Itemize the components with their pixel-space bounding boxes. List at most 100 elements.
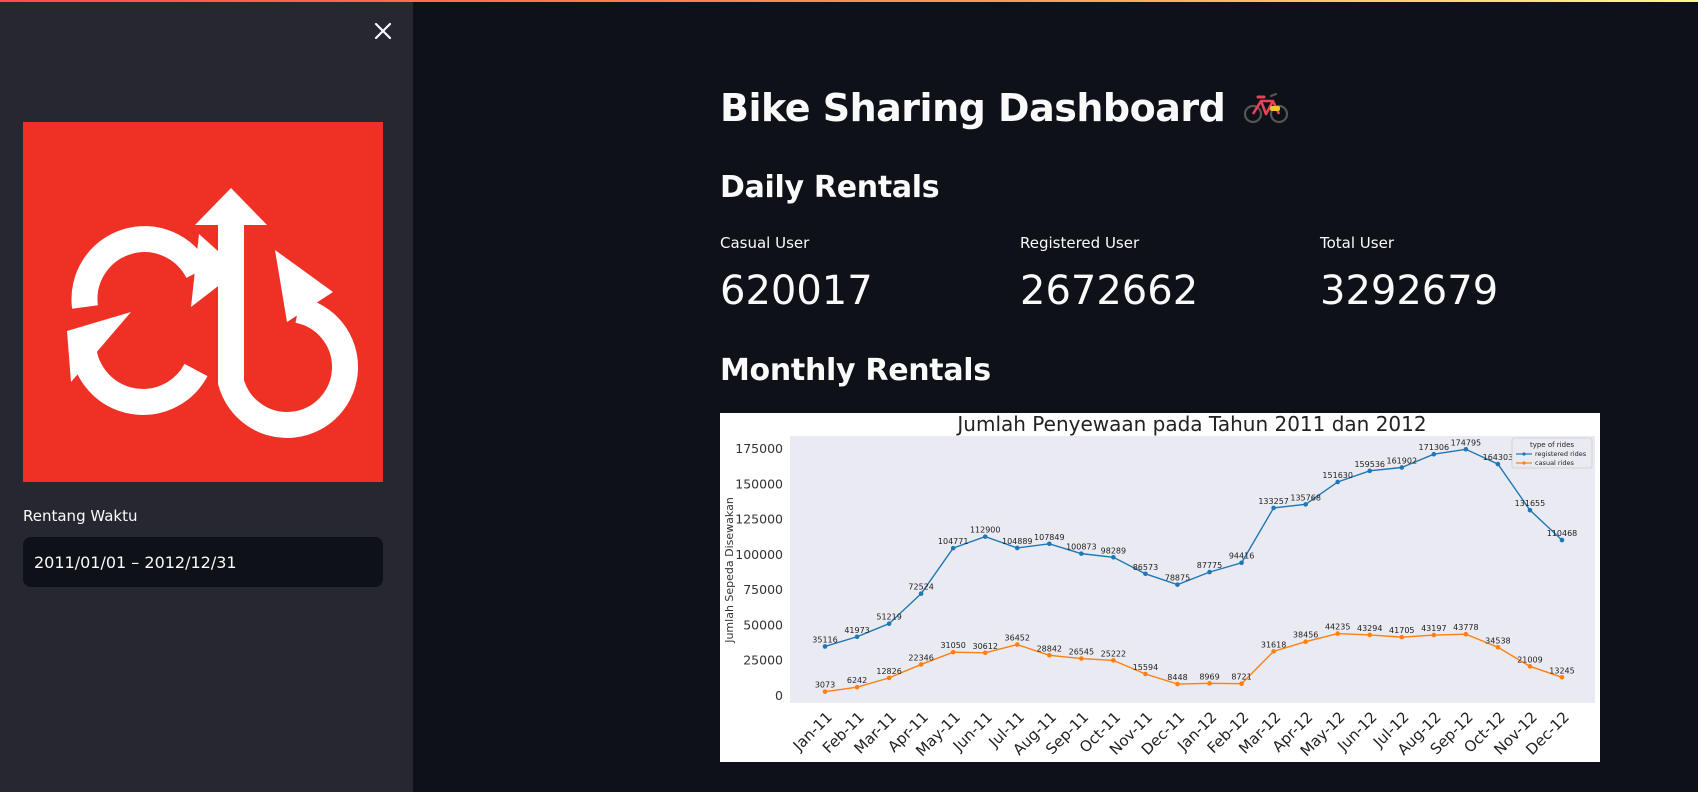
bike-share-logo [23, 122, 383, 482]
y-tick-label: 175000 [735, 441, 783, 456]
data-point [1367, 632, 1373, 638]
data-point [1527, 507, 1533, 513]
metric-label: Casual User [720, 234, 810, 252]
metric-label: Total User [1320, 234, 1394, 252]
legend-title: type of rides [1530, 441, 1574, 449]
y-tick-label: 75000 [743, 582, 783, 597]
data-point [1463, 446, 1469, 452]
data-point [1559, 675, 1565, 680]
casual-user-metric: Casual User 620017 [720, 234, 1000, 314]
data-label: 34538 [1485, 636, 1510, 645]
data-label: 174795 [1451, 438, 1482, 447]
y-tick-label: 25000 [743, 653, 783, 668]
data-label: 15594 [1133, 663, 1158, 672]
data-point [1335, 631, 1340, 636]
close-icon [374, 22, 392, 40]
data-label: 164303 [1483, 453, 1514, 462]
data-point [1143, 671, 1148, 677]
data-point [1143, 571, 1148, 577]
data-point [1399, 465, 1405, 470]
data-label: 98289 [1101, 546, 1126, 555]
y-tick-label: 50000 [743, 617, 783, 632]
main-content: Bike Sharing Dashboard Daily Rentals Cas… [413, 0, 1698, 792]
data-point [1207, 569, 1212, 575]
daily-rentals-heading: Daily Rentals [720, 170, 940, 205]
y-tick-label: 100000 [735, 547, 783, 562]
data-point [918, 591, 924, 596]
data-point [1559, 537, 1565, 543]
date-range-input[interactable]: 2011/01/01 – 2012/12/31 [23, 537, 383, 587]
data-point [1239, 681, 1244, 686]
data-point [886, 675, 892, 681]
data-label: 107849 [1034, 533, 1065, 542]
data-label: 8448 [1167, 673, 1187, 682]
data-label: 104889 [1002, 537, 1033, 546]
data-point [1335, 479, 1340, 485]
data-point [1303, 639, 1308, 645]
data-point [1399, 634, 1405, 640]
data-point [1111, 554, 1116, 560]
data-label: 13245 [1549, 666, 1574, 675]
data-label: 44235 [1325, 623, 1350, 632]
data-label: 131655 [1515, 499, 1546, 508]
line-chart-svg: Jumlah Penyewaan pada Tahun 2011 dan 201… [723, 413, 1595, 760]
data-label: 12826 [876, 667, 901, 676]
data-label: 51219 [876, 613, 901, 622]
y-tick-label: 125000 [735, 512, 783, 527]
data-label: 43778 [1453, 623, 1478, 632]
data-point [1527, 664, 1533, 669]
chart-title: Jumlah Penyewaan pada Tahun 2011 dan 201… [955, 413, 1426, 436]
data-point [1014, 642, 1020, 647]
data-label: 100873 [1066, 543, 1097, 552]
close-sidebar-button[interactable] [370, 18, 396, 44]
data-point [886, 621, 892, 627]
data-label: 35116 [812, 635, 837, 644]
data-label: 26545 [1069, 648, 1094, 657]
monthly-rentals-chart: Jumlah Penyewaan pada Tahun 2011 dan 201… [720, 413, 1600, 762]
top-decoration-bar [0, 0, 1698, 2]
data-label: 3073 [815, 681, 835, 690]
y-tick-label: 0 [775, 688, 783, 703]
metric-label: Registered User [1020, 234, 1140, 252]
data-label: 25222 [1101, 649, 1126, 658]
data-point [822, 644, 828, 649]
legend-item-label: registered rides [1535, 450, 1587, 458]
data-point [1367, 468, 1373, 474]
date-range-value: 2011/01/01 – 2012/12/31 [34, 552, 237, 572]
data-point [1495, 461, 1501, 467]
sidebar: Rentang Waktu 2011/01/01 – 2012/12/31 [0, 0, 413, 792]
data-label: 104771 [938, 537, 969, 546]
page-title: Bike Sharing Dashboard [720, 86, 1289, 130]
data-point [854, 684, 860, 690]
y-axis-label: Jumlah Sepeda Disewakan [723, 497, 736, 644]
monthly-rentals-heading: Monthly Rentals [720, 353, 991, 388]
data-label: 87775 [1197, 561, 1222, 570]
page-title-text: Bike Sharing Dashboard [720, 86, 1226, 130]
data-label: 86573 [1133, 563, 1158, 572]
data-point [982, 650, 988, 656]
data-label: 22346 [908, 653, 933, 662]
data-label: 8969 [1199, 672, 1219, 681]
data-label: 21009 [1517, 655, 1542, 664]
data-point [982, 534, 988, 539]
data-point [950, 545, 956, 551]
data-point [918, 662, 924, 667]
data-label: 78875 [1165, 574, 1190, 583]
plot-area [790, 436, 1595, 703]
metric-value: 3292679 [1320, 268, 1499, 314]
data-point [1431, 451, 1437, 457]
data-label: 6242 [847, 676, 867, 685]
data-label: 112900 [970, 526, 1001, 535]
data-label: 151630 [1322, 471, 1353, 480]
data-label: 8721 [1231, 673, 1251, 682]
data-point [1047, 541, 1052, 547]
data-point [1047, 652, 1052, 658]
data-point [1207, 681, 1212, 686]
legend-marker [1522, 461, 1526, 465]
data-label: 161902 [1387, 456, 1418, 465]
bicycle-icon [1244, 92, 1289, 124]
data-label: 28842 [1037, 644, 1062, 653]
date-range-label: Rentang Waktu [23, 507, 138, 525]
data-label: 41973 [844, 626, 869, 635]
data-point [1431, 632, 1437, 638]
